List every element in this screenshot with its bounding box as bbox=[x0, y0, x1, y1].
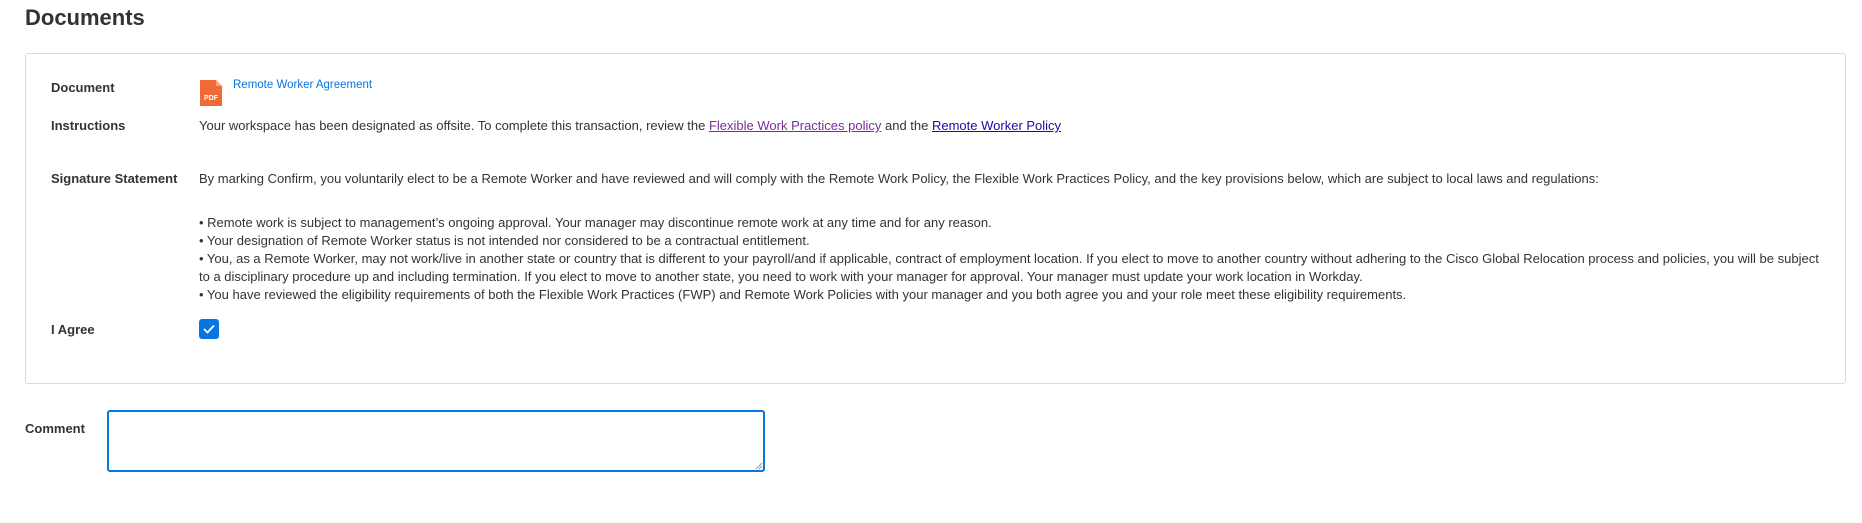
page-title: Documents bbox=[25, 5, 145, 30]
signature-statement-label: Signature Statement bbox=[51, 171, 178, 186]
instructions-label: Instructions bbox=[51, 118, 126, 133]
checkmark-icon bbox=[203, 324, 215, 334]
document-label: Document bbox=[51, 80, 115, 95]
provision-item: • Your designation of Remote Worker stat… bbox=[199, 233, 810, 248]
provision-item: • Remote work is subject to management’s… bbox=[199, 215, 992, 230]
remote-worker-policy-link[interactable]: Remote Worker Policy bbox=[932, 118, 1061, 133]
instructions-text-part-1: Your workspace has been designated as of… bbox=[199, 118, 709, 133]
svg-text:PDF: PDF bbox=[204, 95, 219, 102]
signature-provisions: • Remote work is subject to management’s… bbox=[199, 214, 1824, 304]
comment-textarea[interactable] bbox=[107, 410, 765, 472]
remote-worker-agreement-link[interactable]: Remote Worker Agreement bbox=[233, 79, 372, 91]
i-agree-checkbox[interactable] bbox=[199, 319, 219, 339]
i-agree-label: I Agree bbox=[51, 322, 95, 337]
instructions-text-part-2: and the bbox=[881, 118, 932, 133]
documents-card: Document PDF Remote Worker Agreement Ins… bbox=[25, 53, 1846, 384]
comment-label: Comment bbox=[25, 421, 85, 436]
provision-item: • You, as a Remote Worker, may not work/… bbox=[199, 251, 1819, 284]
signature-intro: By marking Confirm, you voluntarily elec… bbox=[199, 171, 1599, 186]
provision-item: • You have reviewed the eligibility requ… bbox=[199, 287, 1407, 302]
flexible-work-practices-link[interactable]: Flexible Work Practices policy bbox=[709, 118, 881, 133]
instructions-text: Your workspace has been designated as of… bbox=[199, 118, 1061, 133]
pdf-icon: PDF bbox=[200, 80, 222, 106]
resize-grip-icon[interactable] bbox=[755, 462, 763, 470]
